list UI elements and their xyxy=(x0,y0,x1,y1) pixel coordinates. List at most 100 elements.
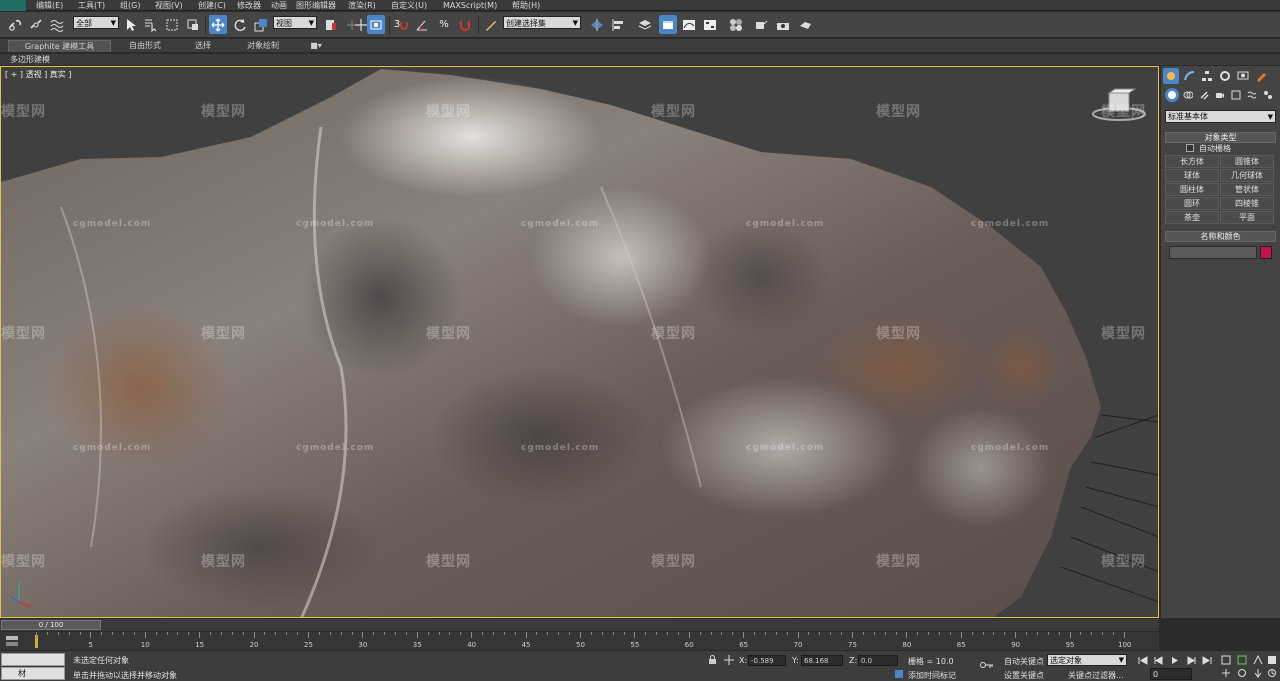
align-icon[interactable] xyxy=(609,15,627,34)
menu-customize[interactable]: 自定义(U) xyxy=(391,0,427,11)
object-color-swatch[interactable] xyxy=(1260,246,1272,259)
maxscript-listener-input[interactable] xyxy=(1,653,65,666)
cylinder-button[interactable]: 圆柱体 xyxy=(1165,183,1219,196)
named-selection-select[interactable]: 创建选择集 ▼ xyxy=(503,16,581,29)
select-scale-icon[interactable] xyxy=(252,15,270,34)
menu-help[interactable]: 帮助(H) xyxy=(512,0,540,11)
geometry-icon[interactable] xyxy=(1165,88,1179,102)
go-to-end-icon[interactable] xyxy=(1200,654,1214,666)
object-type-rollout[interactable]: 对象类型 xyxy=(1165,132,1276,143)
tab-freeform[interactable]: 自由形式 xyxy=(120,40,170,52)
select-move-icon[interactable] xyxy=(209,15,227,34)
x-coordinate-input[interactable]: -0.589 xyxy=(748,655,786,666)
pan-view-icon[interactable] xyxy=(1219,667,1233,679)
viewport-label[interactable]: [ + ] 透视 ] 真实 ] xyxy=(5,69,71,80)
curve-editor-icon[interactable] xyxy=(680,15,698,34)
select-by-name-icon[interactable] xyxy=(142,15,160,34)
link-icon[interactable] xyxy=(6,15,24,34)
auto-key-button[interactable]: 自动关键点 xyxy=(1004,656,1044,667)
zoom-extents-icon[interactable] xyxy=(1219,654,1233,666)
schematic-view-icon[interactable] xyxy=(701,15,719,34)
orbit-icon[interactable] xyxy=(1235,667,1249,679)
polygon-modeling-label[interactable]: 多边形建模 xyxy=(10,54,50,65)
field-of-view-icon[interactable] xyxy=(1251,654,1265,666)
menu-view[interactable]: 视图(V) xyxy=(155,0,183,11)
time-slider[interactable]: 0 / 100 xyxy=(0,619,1159,631)
cameras-icon[interactable] xyxy=(1213,88,1227,102)
edit-named-sel-icon[interactable] xyxy=(482,15,500,34)
lights-icon[interactable] xyxy=(1197,88,1211,102)
menu-modifiers[interactable]: 修改器 xyxy=(237,0,261,11)
time-config-icon[interactable] xyxy=(1265,667,1279,679)
menu-edit[interactable]: 编辑(E) xyxy=(36,0,63,11)
pivot-center-icon[interactable] xyxy=(322,15,340,34)
y-coordinate-input[interactable]: 68.168 xyxy=(801,655,843,666)
modify-tab-icon[interactable] xyxy=(1181,68,1197,84)
menu-tools[interactable]: 工具(T) xyxy=(78,0,105,11)
render-setup-icon[interactable] xyxy=(752,15,770,34)
bind-spacewarp-icon[interactable] xyxy=(48,15,66,34)
menu-create[interactable]: 创建(C) xyxy=(198,0,226,11)
plane-button[interactable]: 平面 xyxy=(1220,211,1274,224)
ribbon-options-icon[interactable]: ■▾ xyxy=(306,40,326,52)
snaps-toggle-icon[interactable]: 3 xyxy=(392,15,410,34)
set-key-button[interactable]: 设置关键点 xyxy=(1004,670,1044,681)
z-coordinate-input[interactable]: 0.0 xyxy=(858,655,898,666)
torus-button[interactable]: 圆环 xyxy=(1165,197,1219,210)
perspective-viewport[interactable]: [ + ] 透视 ] 真实 ] 模型网 模型网 模型网 模型网 模型网 模型网 … xyxy=(0,66,1159,618)
selection-filter-select[interactable]: 全部 ▼ xyxy=(73,16,119,29)
key-filter-select[interactable]: 选定对象 ▼ xyxy=(1047,654,1127,666)
previous-frame-icon[interactable] xyxy=(1152,654,1166,666)
maximize-viewport-icon[interactable] xyxy=(1265,654,1279,666)
zoom-extents-all-icon[interactable] xyxy=(1235,654,1249,666)
box-button[interactable]: 长方体 xyxy=(1165,155,1219,168)
mirror-icon[interactable] xyxy=(588,15,606,34)
mini-curve-editor-icon[interactable] xyxy=(4,634,20,648)
spinner-snap-icon[interactable] xyxy=(456,15,474,34)
tab-object-paint[interactable]: 对象绘制 xyxy=(238,40,288,52)
hierarchy-tab-icon[interactable] xyxy=(1199,68,1215,84)
rendered-frame-window-icon[interactable] xyxy=(774,15,792,34)
helpers-icon[interactable] xyxy=(1229,88,1243,102)
graphite-toggle-icon[interactable] xyxy=(659,15,677,34)
primitive-category-select[interactable]: 标准基本体 ▼ xyxy=(1165,110,1276,123)
walkthrough-icon[interactable] xyxy=(1251,667,1265,679)
unlink-icon[interactable] xyxy=(27,15,45,34)
select-object-icon[interactable] xyxy=(122,15,140,34)
current-frame-input[interactable]: 0 xyxy=(1150,668,1192,680)
tab-selection[interactable]: 选择 xyxy=(185,40,221,52)
key-icon[interactable] xyxy=(980,659,994,671)
play-icon[interactable] xyxy=(1168,654,1182,666)
render-production-icon[interactable] xyxy=(796,15,814,34)
next-frame-icon[interactable] xyxy=(1184,654,1198,666)
create-tab-icon[interactable] xyxy=(1163,68,1179,84)
key-filters-button[interactable]: 关键点过滤器... xyxy=(1068,670,1124,681)
tab-graphite-modeling[interactable]: Graphite 建模工具 xyxy=(8,40,111,52)
systems-icon[interactable] xyxy=(1261,88,1275,102)
geosphere-button[interactable]: 几何球体 xyxy=(1220,169,1274,182)
window-crossing-icon[interactable] xyxy=(184,15,202,34)
time-tag-icon[interactable] xyxy=(892,668,906,680)
lock-selection-icon[interactable] xyxy=(705,654,719,666)
object-name-input[interactable] xyxy=(1169,246,1257,259)
angle-snap-icon[interactable] xyxy=(413,15,431,34)
absolute-mode-icon[interactable] xyxy=(722,654,736,666)
menu-rendering[interactable]: 渲染(R) xyxy=(348,0,376,11)
menu-group[interactable]: 组(G) xyxy=(120,0,140,11)
display-tab-icon[interactable] xyxy=(1235,68,1251,84)
shapes-icon[interactable] xyxy=(1181,88,1195,102)
material-editor-icon[interactable] xyxy=(727,15,745,34)
menu-maxscript[interactable]: MAXScript(M) xyxy=(443,0,497,11)
reference-coord-select[interactable]: 视图 ▼ xyxy=(273,16,317,29)
rect-selection-icon[interactable] xyxy=(163,15,181,34)
tube-button[interactable]: 管状体 xyxy=(1220,183,1274,196)
autogrid-checkbox[interactable] xyxy=(1186,144,1194,152)
percent-snap-icon[interactable]: % xyxy=(435,15,453,34)
spacewarps-icon[interactable] xyxy=(1245,88,1259,102)
keyboard-shortcut-override-icon[interactable] xyxy=(367,15,385,34)
app-logo[interactable] xyxy=(0,0,26,11)
pyramid-button[interactable]: 四棱锥 xyxy=(1220,197,1274,210)
time-slider-thumb[interactable]: 0 / 100 xyxy=(1,620,101,630)
menu-animation[interactable]: 动画 xyxy=(271,0,287,11)
menu-graph-editors[interactable]: 图形编辑器 xyxy=(296,0,336,11)
